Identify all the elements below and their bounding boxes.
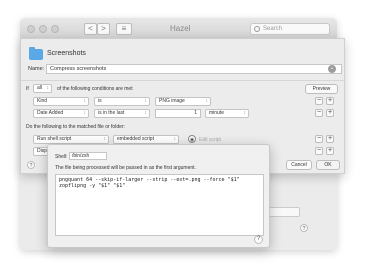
window-title: Hazel [170, 24, 191, 33]
condition-value-popup[interactable]: PNG image [155, 97, 211, 106]
folder-name: Screenshots [47, 50, 86, 57]
actions-label: Do the following to the matched file or … [26, 124, 125, 130]
condition-unit-popup[interactable]: minute [205, 109, 249, 118]
edit-script-icon[interactable]: ◉ [188, 135, 196, 143]
close-window-button[interactable] [27, 25, 35, 33]
view-options-button[interactable]: ≡ [116, 23, 132, 35]
folder-icon [29, 47, 43, 60]
condition-operator-popup[interactable]: is [94, 97, 150, 106]
script-type-popup[interactable]: embedded script [113, 135, 179, 144]
condition-attribute-popup[interactable]: Date Added [33, 109, 89, 118]
action-popup[interactable]: Run shell script [33, 135, 109, 144]
condition-amount-input[interactable]: 1 [155, 109, 201, 118]
add-condition-button[interactable]: + [326, 109, 334, 117]
add-action-button[interactable]: + [326, 135, 334, 143]
add-action-button[interactable]: + [326, 147, 334, 155]
minimize-window-button[interactable] [39, 25, 47, 33]
match-popup[interactable]: all [33, 84, 52, 93]
script-popover: Shell: /bin/zsh The file being processed… [47, 144, 270, 248]
script-description: The file being processed will be passed … [55, 165, 196, 171]
script-help-button[interactable]: ? [254, 235, 263, 244]
script-editor[interactable]: pngquant 64 --skip-if-larger --strip --e… [55, 174, 264, 236]
search-placeholder: Search [263, 26, 283, 32]
back-button[interactable]: < [84, 23, 97, 35]
background-help-button[interactable]: ? [300, 224, 308, 232]
stage: < > ≡ Hazel Search ◇ Screenshots Name: C… [0, 0, 367, 280]
cancel-button[interactable]: Cancel [286, 160, 312, 170]
rule-options-icon[interactable]: • [328, 65, 336, 73]
preview-button[interactable]: Preview [305, 84, 338, 94]
titlebar: < > ≡ Hazel Search [20, 18, 337, 40]
forward-button[interactable]: > [97, 23, 110, 35]
shell-label: Shell: [55, 154, 68, 160]
zoom-window-button[interactable] [51, 25, 59, 33]
search-input[interactable]: Search [250, 23, 330, 35]
condition-operator-popup[interactable]: is in the last [94, 109, 150, 118]
script-line: zopflipng -y "$1" "$1" [59, 183, 126, 189]
remove-condition-button[interactable]: − [315, 97, 323, 105]
shell-input[interactable]: /bin/zsh [69, 152, 107, 160]
edit-script-label: Edit script [199, 137, 221, 143]
ok-button[interactable]: OK [316, 160, 340, 170]
remove-action-button[interactable]: − [315, 147, 323, 155]
remove-action-button[interactable]: − [315, 135, 323, 143]
name-label: Name: [28, 66, 45, 72]
if-label: If [26, 86, 29, 92]
conditions-label: of the following conditions are met [57, 86, 133, 92]
search-icon [254, 26, 260, 32]
remove-condition-button[interactable]: − [315, 109, 323, 117]
rule-name-input[interactable]: Compress screenshots [46, 64, 342, 74]
add-condition-button[interactable]: + [326, 97, 334, 105]
divider [21, 80, 344, 81]
help-button[interactable]: ? [27, 161, 35, 169]
condition-attribute-popup[interactable]: Kind [33, 97, 89, 106]
